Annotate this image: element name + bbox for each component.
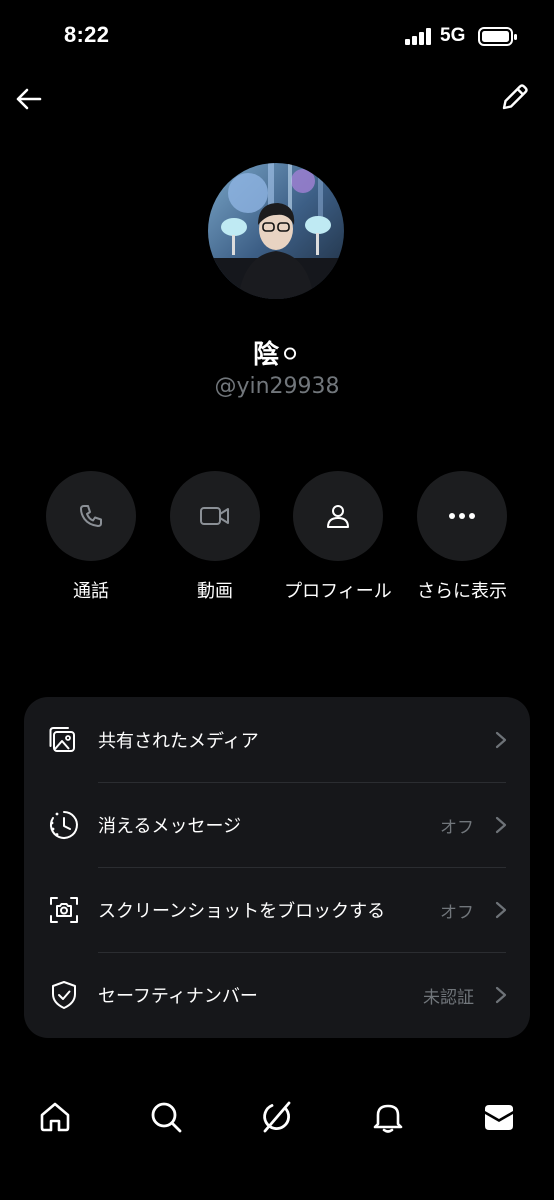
row-label: セーフティナンバー [98, 986, 258, 1007]
timer-icon [50, 811, 78, 839]
profile-avatar[interactable] [208, 163, 344, 299]
shield-check-icon [52, 981, 76, 1009]
display-name: 陰⚪ [253, 340, 301, 370]
row-label: 共有されたメディア [98, 731, 259, 752]
signal-bars-icon [405, 28, 431, 45]
messages-envelope-icon [485, 1105, 513, 1130]
chevron-right-icon [495, 816, 507, 834]
more-circle[interactable] [417, 471, 507, 561]
tab-grok[interactable] [259, 1099, 295, 1135]
row-label: スクリーンショットをブロックする [98, 901, 386, 922]
video-circle[interactable] [170, 471, 260, 561]
chevron-right-icon [495, 986, 507, 1004]
more-button[interactable]: さらに表示 [402, 471, 522, 605]
call-button[interactable]: 通話 [31, 471, 151, 605]
notifications-bell-icon [373, 1104, 403, 1133]
action-label: さらに表示 [417, 581, 507, 602]
row-label: 消えるメッセージ [98, 816, 242, 837]
pencil-icon [502, 84, 528, 110]
person-icon [327, 505, 349, 528]
back-button[interactable] [12, 82, 46, 116]
row-safety-number[interactable]: セーフティナンバー 未認証 [24, 952, 530, 1037]
status-time: 8:22 [64, 22, 110, 47]
action-label: プロフィール [284, 581, 392, 602]
video-button[interactable]: 動画 [155, 471, 275, 605]
call-circle[interactable] [46, 471, 136, 561]
edit-button[interactable] [496, 80, 532, 116]
tab-notifications[interactable] [370, 1099, 406, 1135]
chevron-right-icon [495, 731, 507, 749]
tab-messages[interactable] [481, 1099, 517, 1135]
video-camera-icon [200, 507, 229, 525]
status-bar: 8:22 5G [0, 0, 554, 72]
network-type: 5G [440, 25, 466, 46]
row-value: オフ [440, 903, 474, 923]
user-handle: @yin29938 [214, 374, 340, 399]
avatar-photo [208, 163, 344, 299]
action-label: 動画 [197, 581, 233, 602]
screenshot-camera-icon [50, 897, 78, 923]
row-disappearing-messages[interactable]: 消えるメッセージ オフ [24, 782, 530, 867]
bottom-tab-bar [0, 1085, 554, 1147]
battery-icon [478, 27, 517, 46]
tab-search[interactable] [148, 1099, 184, 1135]
grok-icon [263, 1101, 291, 1133]
row-value: オフ [440, 818, 474, 838]
profile-button[interactable]: プロフィール [278, 471, 398, 605]
action-label: 通話 [73, 581, 109, 602]
media-icon [49, 727, 75, 752]
more-dots-icon [449, 513, 475, 519]
search-icon [151, 1102, 182, 1133]
home-icon [40, 1102, 70, 1132]
row-value: 未認証 [423, 988, 474, 1008]
row-shared-media[interactable]: 共有されたメディア [24, 697, 530, 782]
row-block-screenshots[interactable]: スクリーンショットをブロックする オフ [24, 867, 530, 952]
chevron-right-icon [495, 901, 507, 919]
tab-home[interactable] [37, 1099, 73, 1135]
conversation-settings: 共有されたメディア 消えるメッセージ オフ スクリーンショットをブロックする オ… [24, 697, 530, 1038]
back-arrow-icon [16, 88, 42, 110]
profile-circle[interactable] [293, 471, 383, 561]
phone-icon [80, 505, 102, 527]
